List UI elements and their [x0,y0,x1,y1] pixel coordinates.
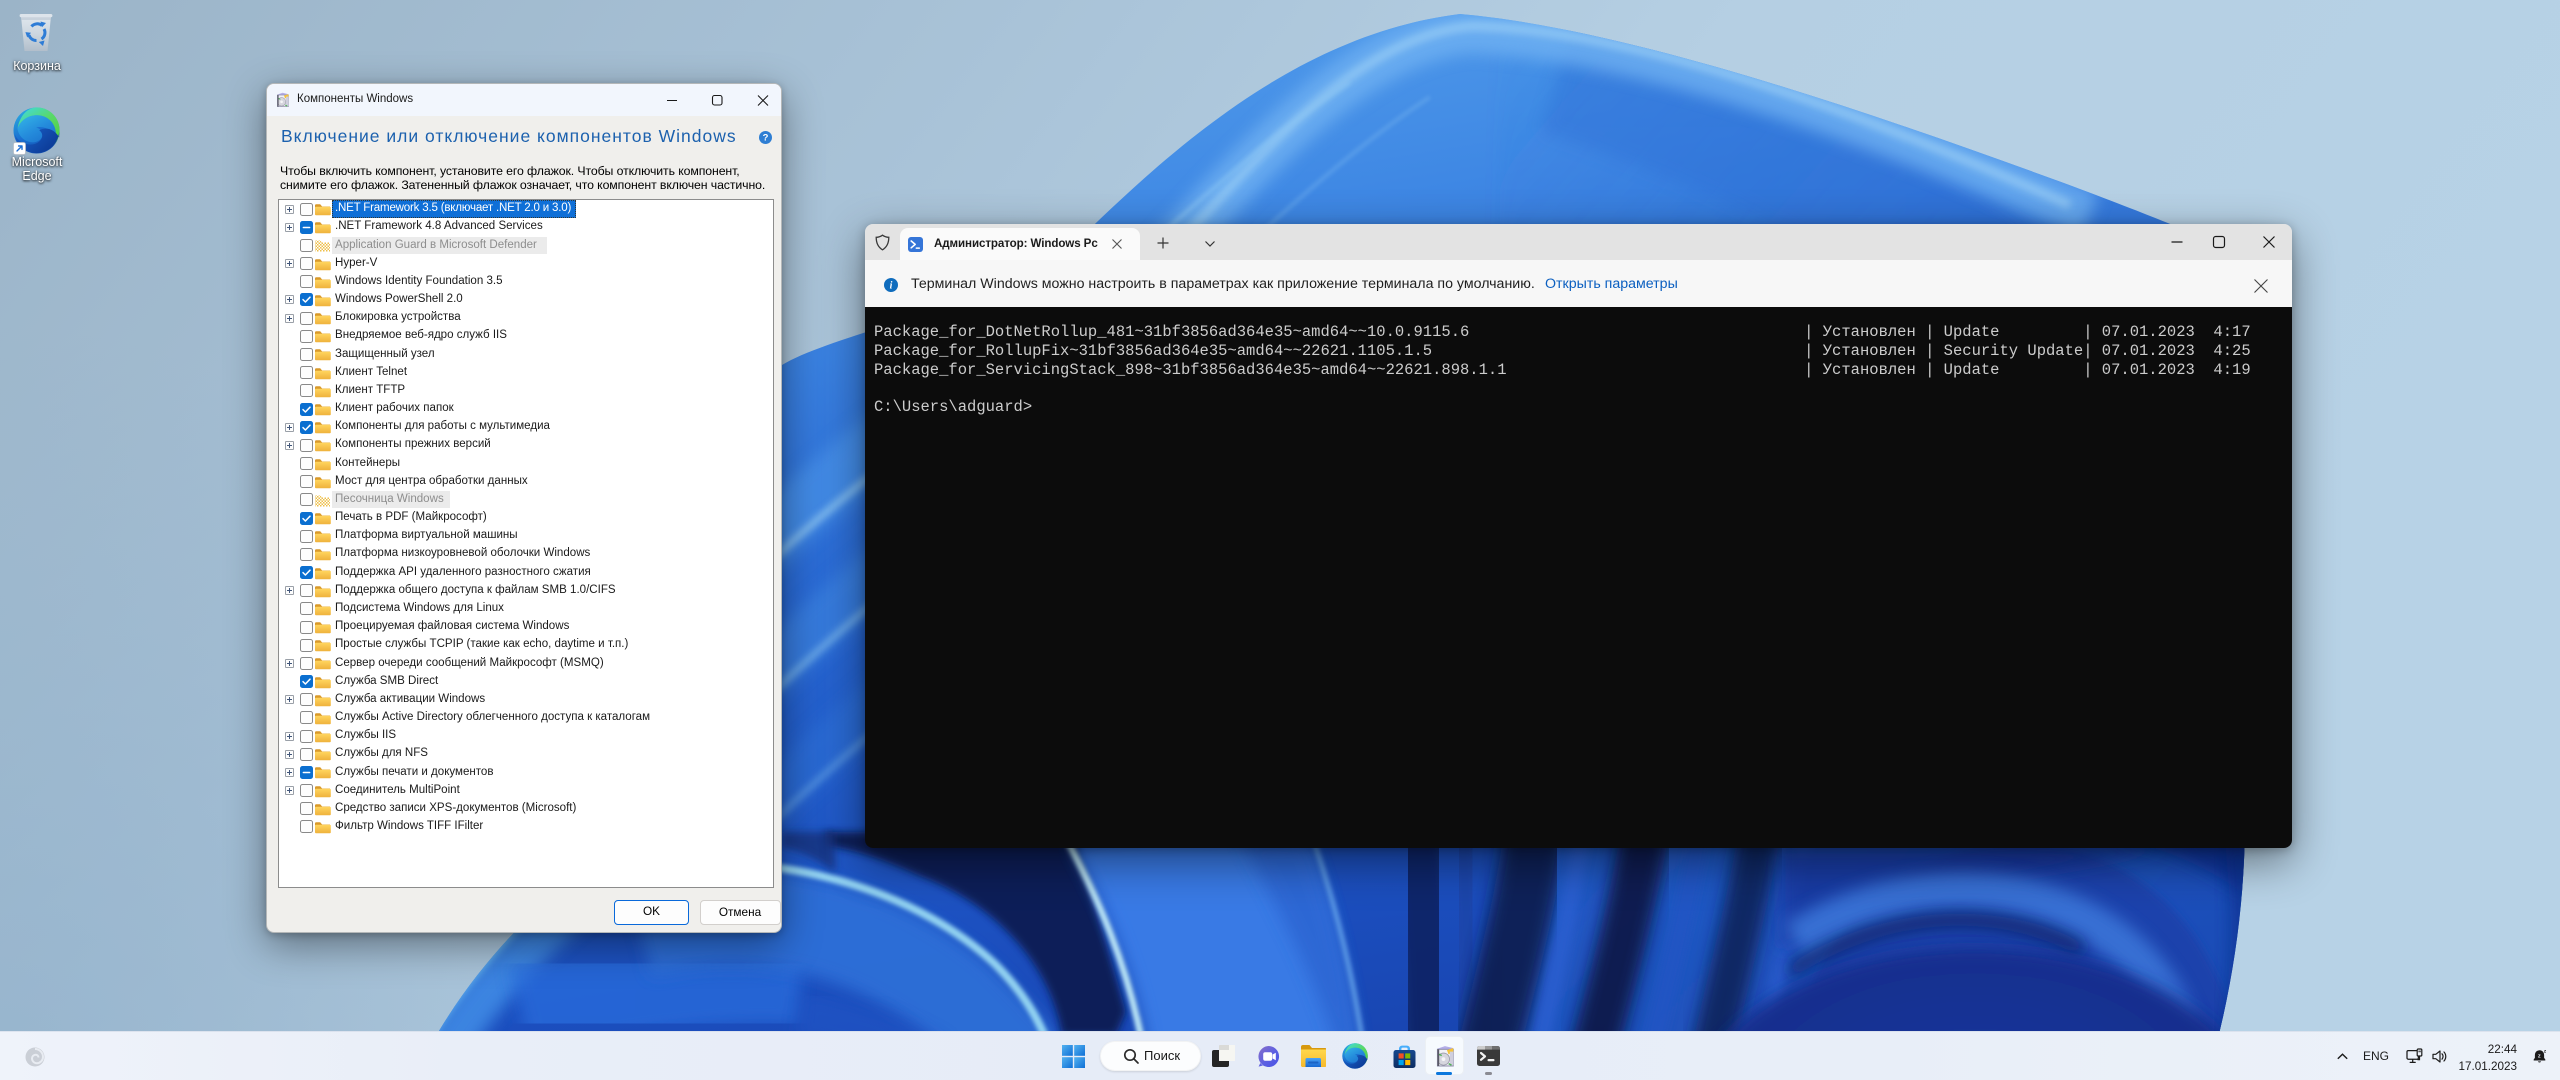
svg-text:z: z [2537,1053,2540,1059]
svg-text:?: ? [763,133,769,144]
svg-text:z: z [2543,1048,2546,1053]
svg-text:i: i [890,280,893,291]
